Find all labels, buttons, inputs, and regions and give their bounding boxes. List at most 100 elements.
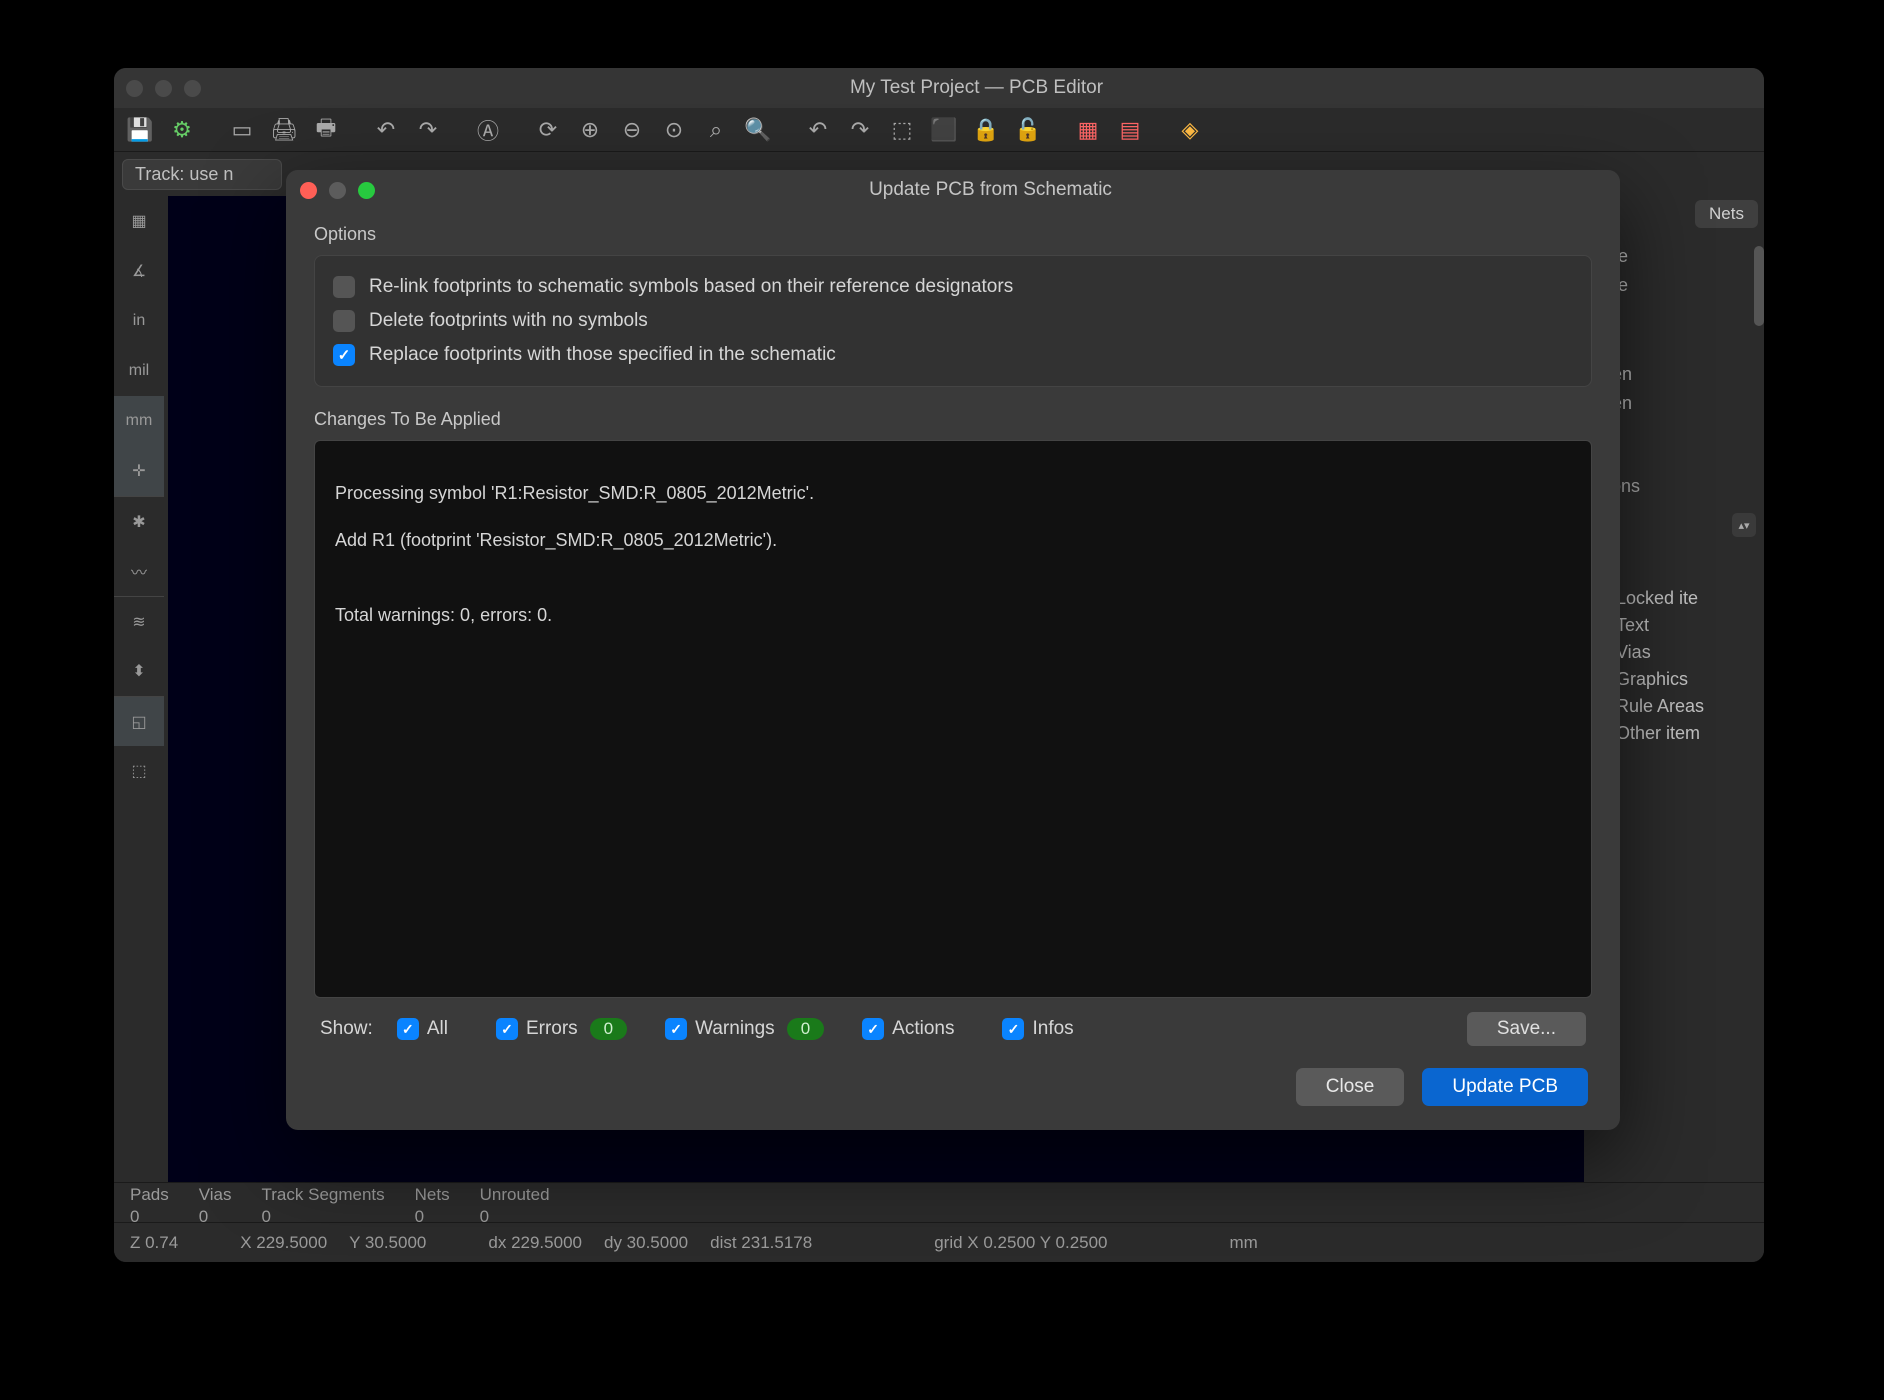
dialog-close-button[interactable] bbox=[300, 182, 317, 199]
print-icon[interactable]: 🖨 bbox=[266, 112, 302, 148]
mm-unit-icon[interactable]: mm bbox=[114, 396, 164, 446]
filter-label: Infos bbox=[1032, 1018, 1073, 1040]
layers-icon[interactable]: ≋ bbox=[114, 596, 164, 646]
checkbox-checked-icon bbox=[333, 344, 355, 366]
board-setup-icon[interactable]: ⚙ bbox=[164, 112, 200, 148]
zone-display-icon[interactable]: ◱ bbox=[114, 696, 164, 746]
main-titlebar: My Test Project — PCB Editor bbox=[114, 68, 1764, 108]
options-box: Re-link footprints to schematic symbols … bbox=[314, 255, 1592, 387]
page-settings-icon[interactable]: ▭ bbox=[224, 112, 260, 148]
find-icon[interactable]: Ⓐ bbox=[470, 112, 506, 148]
errors-count-badge: 0 bbox=[590, 1018, 627, 1040]
polar-coords-icon[interactable]: ∡ bbox=[114, 246, 164, 296]
footprint-browser-icon[interactable]: ▤ bbox=[1112, 112, 1148, 148]
checkbox-checked-icon bbox=[862, 1018, 884, 1040]
option-label: Delete footprints with no symbols bbox=[369, 310, 648, 332]
check-label: Graphics bbox=[1616, 669, 1688, 690]
delete-footprints-option[interactable]: Delete footprints with no symbols bbox=[333, 304, 1573, 338]
changes-log: Processing symbol 'R1:Resistor_SMD:R_080… bbox=[314, 440, 1592, 998]
options-section-label: Options bbox=[314, 224, 1592, 245]
show-actions-toggle[interactable]: Actions bbox=[862, 1018, 954, 1040]
status-bar-bottom: Z 0.74 X 229.5000 Y 30.5000 dx 229.5000 … bbox=[114, 1222, 1764, 1262]
log-total: Total warnings: 0, errors: 0. bbox=[335, 604, 1571, 627]
check-label: Text bbox=[1616, 615, 1649, 636]
update-pcb-icon[interactable]: ◈ bbox=[1172, 112, 1208, 148]
redo-icon[interactable]: ↷ bbox=[410, 112, 446, 148]
vias-label: Vias bbox=[199, 1185, 232, 1205]
contrast-icon[interactable]: ⬍ bbox=[114, 646, 164, 696]
save-report-button[interactable]: Save... bbox=[1467, 1012, 1586, 1046]
left-toolbar: ▦ ∡ in mil mm ✛ ✱ 〰 ≋ ⬍ ◱ ⬚ bbox=[114, 196, 168, 1182]
dialog-titlebar: Update PCB from Schematic bbox=[286, 170, 1620, 210]
grid-toggle-icon[interactable]: ▦ bbox=[114, 196, 164, 246]
show-warnings-toggle[interactable]: Warnings0 bbox=[665, 1018, 824, 1040]
undo-icon[interactable]: ↶ bbox=[368, 112, 404, 148]
status-z: Z 0.74 bbox=[130, 1233, 178, 1253]
flip-h-icon[interactable]: ⬚ bbox=[884, 112, 920, 148]
scrollbar-thumb[interactable] bbox=[1754, 246, 1764, 326]
ratsnest-icon[interactable]: ✱ bbox=[114, 496, 164, 546]
nets-tab[interactable]: Nets bbox=[1695, 200, 1758, 228]
status-dist: dist 231.5178 bbox=[710, 1233, 812, 1253]
curved-ratsnest-icon[interactable]: 〰 bbox=[114, 546, 164, 596]
checkbox-icon bbox=[333, 276, 355, 298]
zoom-selection-icon[interactable]: ⌕ bbox=[698, 112, 734, 148]
status-bar-top: Pads0 Vias0 Track Segments0 Nets0 Unrout… bbox=[114, 1182, 1764, 1222]
warnings-count-badge: 0 bbox=[787, 1018, 824, 1040]
main-window-title: My Test Project — PCB Editor bbox=[201, 77, 1752, 99]
relink-footprints-option[interactable]: Re-link footprints to schematic symbols … bbox=[333, 270, 1573, 304]
filter-label: All bbox=[427, 1018, 448, 1040]
dialog-maximize-button[interactable] bbox=[358, 182, 375, 199]
log-line: Add R1 (footprint 'Resistor_SMD:R_0805_2… bbox=[335, 529, 1571, 552]
status-grid: grid X 0.2500 Y 0.2500 bbox=[934, 1233, 1107, 1253]
mils-unit-icon[interactable]: mil bbox=[114, 346, 164, 396]
rotate-ccw-icon[interactable]: ↶ bbox=[800, 112, 836, 148]
zoom-fit-icon[interactable]: ⊙ bbox=[656, 112, 692, 148]
checkbox-checked-icon bbox=[1002, 1018, 1024, 1040]
changes-section-label: Changes To Be Applied bbox=[314, 409, 1592, 430]
show-filter-row: Show: All Errors0 Warnings0 Actions Info… bbox=[314, 998, 1592, 1046]
status-dy: dy 30.5000 bbox=[604, 1233, 688, 1253]
zoom-in-icon[interactable]: ⊕ bbox=[572, 112, 608, 148]
pad-display-icon[interactable]: ⬚ bbox=[114, 746, 164, 796]
update-pcb-button[interactable]: Update PCB bbox=[1422, 1068, 1588, 1106]
zoom-tool-icon[interactable]: 🔍 bbox=[740, 112, 776, 148]
replace-footprints-option[interactable]: Replace footprints with those specified … bbox=[333, 338, 1573, 372]
status-x: X 229.5000 bbox=[240, 1233, 327, 1253]
plot-icon[interactable]: 🖶 bbox=[308, 112, 344, 148]
main-close-button[interactable] bbox=[126, 80, 143, 97]
zoom-out-icon[interactable]: ⊖ bbox=[614, 112, 650, 148]
status-dx: dx 229.5000 bbox=[488, 1233, 582, 1253]
main-minimize-button[interactable] bbox=[155, 80, 172, 97]
save-icon[interactable]: 💾 bbox=[122, 112, 158, 148]
status-y: Y 30.5000 bbox=[349, 1233, 426, 1253]
lock-icon[interactable]: 🔒 bbox=[968, 112, 1004, 148]
checkbox-checked-icon bbox=[665, 1018, 687, 1040]
dialog-minimize-button[interactable] bbox=[329, 182, 346, 199]
close-button[interactable]: Close bbox=[1296, 1068, 1405, 1106]
cursor-shape-icon[interactable]: ✛ bbox=[114, 446, 164, 496]
unlock-icon[interactable]: 🔓 bbox=[1010, 112, 1046, 148]
dialog-actions: Close Update PCB bbox=[314, 1046, 1592, 1114]
combo-stepper-icon[interactable]: ▴▾ bbox=[1732, 513, 1756, 537]
checkbox-checked-icon bbox=[397, 1018, 419, 1040]
inches-unit-icon[interactable]: in bbox=[114, 296, 164, 346]
check-label: Locked ite bbox=[1616, 588, 1698, 609]
check-label: Other item bbox=[1616, 723, 1700, 744]
refresh-icon[interactable]: ⟳ bbox=[530, 112, 566, 148]
show-all-toggle[interactable]: All bbox=[397, 1018, 448, 1040]
show-errors-toggle[interactable]: Errors 0 bbox=[496, 1018, 627, 1040]
footprint-editor-icon[interactable]: ▦ bbox=[1070, 112, 1106, 148]
log-line: Processing symbol 'R1:Resistor_SMD:R_080… bbox=[335, 482, 1571, 505]
checkbox-checked-icon bbox=[496, 1018, 518, 1040]
main-traffic-lights bbox=[126, 80, 201, 97]
show-infos-toggle[interactable]: Infos bbox=[1002, 1018, 1073, 1040]
check-label: Vias bbox=[1616, 642, 1651, 663]
filter-label: Errors bbox=[526, 1018, 578, 1040]
flip-v-icon[interactable]: ⬛ bbox=[926, 112, 962, 148]
main-maximize-button[interactable] bbox=[184, 80, 201, 97]
option-label: Replace footprints with those specified … bbox=[369, 344, 836, 366]
pads-label: Pads bbox=[130, 1185, 169, 1205]
track-width-combo[interactable]: Track: use n bbox=[122, 159, 282, 190]
rotate-cw-icon[interactable]: ↷ bbox=[842, 112, 878, 148]
